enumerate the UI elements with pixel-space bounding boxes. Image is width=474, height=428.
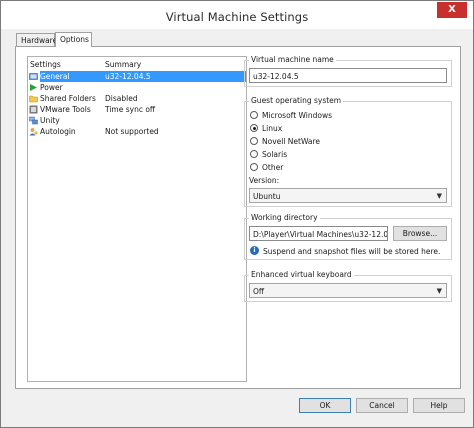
cancel-button[interactable]: Cancel: [356, 398, 408, 413]
settings-window: Virtual Machine Settings X Hardware Opti…: [0, 0, 474, 428]
column-header-summary[interactable]: Summary: [105, 60, 141, 69]
vmware-tools-icon: [29, 105, 38, 114]
keyboard-value: Off: [253, 287, 265, 296]
list-item-autologin[interactable]: Autologin Not supported: [28, 126, 246, 137]
power-icon: [30, 84, 37, 91]
radio-label: Linux: [262, 124, 283, 133]
chevron-down-icon: ▼: [436, 287, 442, 295]
list-item-general[interactable]: General u32-12.04.5: [28, 71, 246, 82]
radio-label: Microsoft Windows: [262, 111, 332, 120]
shared-folders-icon: [29, 95, 38, 103]
list-item-name: Unity: [40, 116, 60, 125]
browse-button[interactable]: Browse...: [393, 226, 447, 241]
guest-os-group: Guest operating system Microsoft Windows…: [244, 96, 452, 207]
unity-icon: [29, 116, 38, 125]
list-item-summary: Disabled: [105, 94, 138, 103]
version-label: Version:: [249, 176, 280, 185]
list-item-name: Shared Folders: [40, 94, 96, 103]
list-item-shared-folders[interactable]: Shared Folders Disabled: [28, 93, 246, 104]
list-item-summary: Time sync off: [105, 105, 156, 114]
title-bar: Virtual Machine Settings X: [1, 1, 473, 29]
settings-list: Settings Summary General u32-12.04.5 Pow…: [27, 56, 247, 382]
version-value: Ubuntu: [253, 192, 281, 201]
vm-name-group: Virtual machine name u32-12.04.5: [244, 55, 452, 87]
radio-circle[interactable]: [250, 163, 258, 171]
guest-os-title: Guest operating system: [249, 96, 344, 105]
list-item-name: Autologin: [40, 127, 76, 136]
list-item-name: Power: [40, 83, 63, 92]
radio-circle-selected[interactable]: [250, 124, 258, 132]
list-header: Settings Summary: [28, 57, 246, 71]
working-dir-group: Working directory D:\Player\Virtual Mach…: [244, 213, 452, 260]
help-button[interactable]: Help: [413, 398, 465, 413]
info-icon: i: [250, 246, 259, 255]
close-button[interactable]: X: [437, 2, 467, 18]
working-dir-input[interactable]: D:\Player\Virtual Machines\u32-12.04.5: [249, 226, 388, 241]
radio-label: Novell NetWare: [262, 137, 321, 146]
list-item-name: General: [40, 72, 70, 81]
column-header-settings[interactable]: Settings: [30, 60, 61, 69]
autologin-icon: [29, 128, 38, 136]
list-item-name: VMware Tools: [40, 105, 91, 114]
list-item-summary: u32-12.04.5: [105, 72, 151, 81]
radio-label: Solaris: [262, 150, 288, 159]
ok-button[interactable]: OK: [299, 398, 351, 413]
chevron-down-icon: ▼: [436, 192, 442, 200]
list-item-power[interactable]: Power: [28, 82, 246, 93]
window-title: Virtual Machine Settings: [165, 10, 309, 24]
keyboard-group: Enhanced virtual keyboard Off ▼: [244, 270, 452, 302]
vm-name-input[interactable]: u32-12.04.5: [249, 68, 447, 83]
radio-circle[interactable]: [250, 111, 258, 119]
version-select[interactable]: Ubuntu ▼: [249, 188, 447, 203]
keyboard-select[interactable]: Off ▼: [249, 283, 447, 298]
radio-circle[interactable]: [250, 150, 258, 158]
general-icon: [29, 73, 38, 80]
radio-label: Other: [262, 163, 284, 172]
working-dir-info-text: Suspend and snapshot files will be store…: [263, 247, 441, 256]
radio-circle[interactable]: [250, 137, 258, 145]
list-item-vmware-tools[interactable]: VMware Tools Time sync off: [28, 104, 246, 115]
keyboard-title: Enhanced virtual keyboard: [249, 270, 354, 279]
list-item-unity[interactable]: Unity: [28, 115, 246, 126]
tab-hardware[interactable]: Hardware: [16, 33, 57, 47]
working-dir-title: Working directory: [249, 213, 320, 222]
vm-name-title: Virtual machine name: [249, 55, 336, 64]
list-item-summary: Not supported: [105, 127, 159, 136]
tab-options[interactable]: Options: [55, 32, 92, 47]
options-panel: Settings Summary General u32-12.04.5 Pow…: [15, 46, 461, 389]
